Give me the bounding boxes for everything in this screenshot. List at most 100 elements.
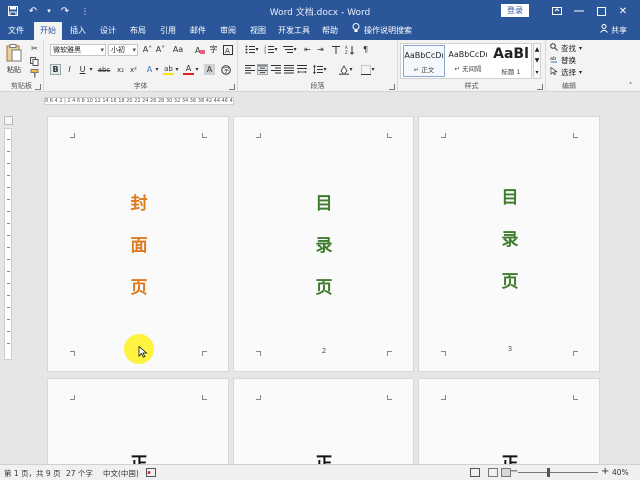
tab-home[interactable]: 开始 xyxy=(34,22,62,40)
align-center-icon[interactable] xyxy=(257,64,268,75)
close-icon[interactable]: ✕ xyxy=(612,3,634,19)
read-mode-icon[interactable] xyxy=(488,468,498,477)
tab-developer[interactable]: 开发工具 xyxy=(276,22,312,40)
font-launcher[interactable] xyxy=(229,84,235,90)
superscript-button[interactable]: x² xyxy=(128,64,139,75)
font-name-dropdown[interactable]: 微软雅黑 xyxy=(50,44,106,56)
replace-button[interactable]: ab 替换 xyxy=(550,54,576,66)
horizontal-ruler[interactable]: 8 6 4 2 | 2 4 6 8 10 12 14 16 18 20 22 2… xyxy=(44,97,234,105)
gallery-down-icon[interactable]: ▼ xyxy=(535,57,540,64)
tab-file[interactable]: 文件 xyxy=(4,22,28,40)
tab-review[interactable]: 审阅 xyxy=(216,22,240,40)
shrink-font-button[interactable]: A˅ xyxy=(155,44,166,55)
zoom-in-icon[interactable]: + xyxy=(601,466,609,477)
enclose-characters-icon[interactable]: 字 xyxy=(220,64,231,75)
underline-dropdown-icon[interactable]: ▾ xyxy=(88,64,94,75)
cover-char-1[interactable]: 封 xyxy=(129,189,149,214)
page-2[interactable]: 目 录 页 2 xyxy=(233,116,414,372)
gallery-more-icon[interactable]: ▾ xyxy=(535,69,538,76)
format-painter-icon[interactable] xyxy=(29,68,40,79)
line-spacing-dropdown-icon[interactable]: ▾ xyxy=(322,64,328,75)
share-button[interactable]: 共享 xyxy=(600,22,627,40)
italic-button[interactable]: I xyxy=(64,64,75,75)
chinese-layout-icon[interactable] xyxy=(330,44,341,55)
document-canvas[interactable]: 封 面 页 目 录 页 2 目 录 页 3 正 正 正 xyxy=(16,108,640,464)
find-button[interactable]: 查找 ▾ xyxy=(550,42,582,54)
change-case-button[interactable]: Aa xyxy=(170,44,186,55)
multilevel-dropdown-icon[interactable]: ▾ xyxy=(292,44,298,55)
restore-icon[interactable] xyxy=(590,3,612,19)
phonetic-guide-button[interactable]: 字 xyxy=(208,44,219,55)
shading-dropdown-icon[interactable]: ▾ xyxy=(348,64,354,75)
decrease-indent-icon[interactable]: ⇤ xyxy=(302,44,313,55)
minimize-icon[interactable] xyxy=(568,3,590,19)
distributed-icon[interactable] xyxy=(296,64,307,75)
bold-button[interactable]: B xyxy=(50,64,61,75)
font-size-dropdown[interactable]: 小初 xyxy=(108,44,138,56)
increase-indent-icon[interactable]: ⇥ xyxy=(315,44,326,55)
tab-design[interactable]: 设计 xyxy=(96,22,120,40)
styles-launcher[interactable] xyxy=(537,84,543,90)
toc-char-3[interactable]: 页 xyxy=(314,273,334,298)
zoom-slider-thumb[interactable] xyxy=(547,468,550,477)
collapse-ribbon-icon[interactable]: ˄ xyxy=(625,80,636,91)
select-button[interactable]: 选择 ▾ xyxy=(550,66,582,78)
underline-button[interactable]: U xyxy=(77,64,88,75)
zoom-level[interactable]: 40% xyxy=(612,468,629,477)
page-3[interactable]: 目 录 页 3 xyxy=(418,116,600,372)
style-normal[interactable]: AaBbCcDı ↵ 正文 xyxy=(403,45,445,77)
align-left-icon[interactable] xyxy=(244,64,255,75)
tab-insert[interactable]: 插入 xyxy=(66,22,90,40)
body-char[interactable]: 正 xyxy=(314,449,334,464)
align-right-icon[interactable] xyxy=(270,64,281,75)
word-count[interactable]: 27 个字 xyxy=(66,468,93,479)
grow-font-button[interactable]: A˄ xyxy=(142,44,153,55)
character-shading-button[interactable]: A xyxy=(204,64,215,75)
tab-mailings[interactable]: 邮件 xyxy=(186,22,210,40)
vertical-ruler[interactable] xyxy=(4,128,12,360)
sort-icon[interactable]: AZ xyxy=(344,44,355,55)
borders-dropdown-icon[interactable]: ▾ xyxy=(370,64,376,75)
font-color-dropdown-icon[interactable]: ▾ xyxy=(194,64,200,75)
highlight-dropdown-icon[interactable]: ▾ xyxy=(174,64,180,75)
page-4[interactable]: 正 xyxy=(47,378,229,464)
page-count[interactable]: 第 1 页，共 9 页 xyxy=(4,468,61,479)
tab-layout[interactable]: 布局 xyxy=(126,22,150,40)
toc-char-1[interactable]: 目 xyxy=(314,189,334,214)
style-no-spacing[interactable]: AaBbCcDı ↵ 无间隔 xyxy=(447,45,489,77)
text-effects-dropdown-icon[interactable]: ▾ xyxy=(154,64,160,75)
paste-button[interactable]: 粘贴 xyxy=(4,42,24,76)
tab-selector[interactable] xyxy=(4,116,13,125)
cover-char-3[interactable]: 页 xyxy=(129,273,149,298)
font-color-button[interactable]: A xyxy=(183,64,194,75)
toc-char-1[interactable]: 目 xyxy=(500,183,520,208)
paragraph-launcher[interactable] xyxy=(389,84,395,90)
clipboard-launcher[interactable] xyxy=(35,84,41,90)
copy-icon[interactable] xyxy=(29,56,40,67)
clear-formatting-icon[interactable]: A xyxy=(194,44,205,55)
toc-char-2[interactable]: 录 xyxy=(500,225,520,250)
body-char[interactable]: 正 xyxy=(500,449,520,464)
justify-icon[interactable] xyxy=(283,64,294,75)
body-char[interactable]: 正 xyxy=(129,449,149,464)
subscript-button[interactable]: x₂ xyxy=(115,64,126,75)
highlight-button[interactable]: ab xyxy=(163,64,174,75)
strikethrough-button[interactable]: abc xyxy=(96,64,112,75)
tab-view[interactable]: 视图 xyxy=(246,22,270,40)
character-border-icon[interactable]: A xyxy=(222,44,233,55)
cut-icon[interactable]: ✂ xyxy=(29,43,40,54)
language-indicator[interactable]: 中文(中国) xyxy=(103,468,139,479)
show-formatting-marks-icon[interactable]: ¶ xyxy=(360,44,371,55)
login-button[interactable]: 登录 xyxy=(501,4,529,17)
zoom-slider[interactable] xyxy=(518,472,598,473)
macro-record-icon[interactable] xyxy=(146,468,156,479)
bullets-dropdown-icon[interactable]: ▾ xyxy=(254,44,260,55)
focus-mode-icon[interactable] xyxy=(470,468,480,479)
numbering-dropdown-icon[interactable]: ▾ xyxy=(273,44,279,55)
page-5[interactable]: 正 xyxy=(233,378,414,464)
gallery-up-icon[interactable]: ▲ xyxy=(535,46,540,53)
toc-char-3[interactable]: 页 xyxy=(500,267,520,292)
page-6[interactable]: 正 xyxy=(418,378,600,464)
tab-help[interactable]: 帮助 xyxy=(318,22,342,40)
tell-me-search[interactable]: 操作说明搜索 xyxy=(352,22,412,40)
